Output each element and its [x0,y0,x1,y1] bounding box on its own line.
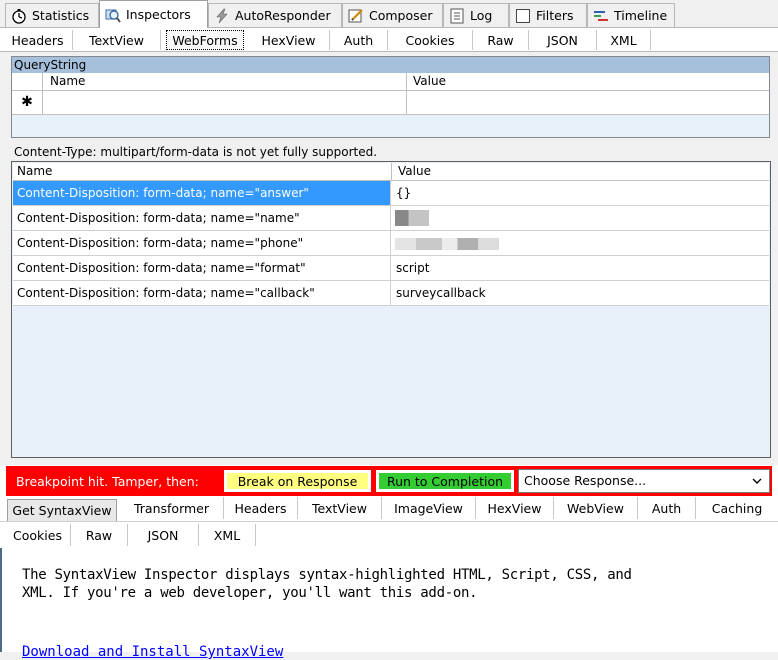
break-on-response-label: Break on Response [237,473,358,489]
tab-composer-label: Composer [369,8,433,23]
form-data-grid: Name Value Content-Disposition: form-dat… [11,161,771,458]
main-tab-bar: Statistics Inspectors AutoResponder Comp… [0,0,778,28]
request-tab-webforms[interactable]: WebForms [166,30,244,50]
redacted-value-blur [395,210,429,226]
form-field-name: Content-Disposition: form-data; name="an… [13,181,391,205]
form-field-name: Content-Disposition: form-data; name="ph… [13,231,391,255]
form-field-value[interactable] [393,206,772,230]
table-row[interactable]: Content-Disposition: form-data; name="an… [13,181,769,206]
table-row[interactable]: Content-Disposition: form-data; name="na… [13,206,769,231]
choose-response-dropdown[interactable]: Choose Response... [518,469,770,493]
response-tab-get-syntaxview[interactable]: Get SyntaxView [7,499,117,521]
row-header-corner [12,73,43,90]
response-tab-xml[interactable]: XML [199,524,256,546]
request-tab-cookies[interactable]: Cookies [388,30,473,50]
request-tab-textview[interactable]: TextView [73,30,161,50]
syntaxview-line2: XML. If you're a web developer, you'll w… [22,585,478,601]
download-syntaxview-link[interactable]: Download and Install SyntaxView [22,644,283,660]
break-on-response-button[interactable]: Break on Response [224,470,371,492]
content-type-note: Content-Type: multipart/form-data is not… [14,145,378,159]
querystring-header-row: Name Value [12,73,769,91]
response-tab-headers[interactable]: Headers [224,497,298,519]
tab-filters-label: Filters [536,8,574,23]
redacted-value-blur [395,238,499,250]
form-grid-col-name: Name [17,164,53,178]
querystring-grid: Name Value ✱ [12,73,769,137]
tab-filters[interactable]: Filters [509,3,587,27]
tab-composer[interactable]: Composer [342,3,443,27]
request-tab-hexview[interactable]: HexView [248,30,330,50]
response-tab-json[interactable]: JSON [128,524,199,546]
request-tab-json[interactable]: JSON [529,30,597,50]
log-icon [449,8,465,24]
lightning-icon [214,8,230,24]
table-row[interactable]: Content-Disposition: form-data; name="ca… [13,281,769,306]
request-tab-raw[interactable]: Raw [473,30,529,50]
response-tab-transformer[interactable]: Transformer [120,497,224,519]
form-grid-col-value: Value [398,164,431,178]
response-tab-auth[interactable]: Auth [638,497,696,519]
tab-autoresponder-label: AutoResponder [235,8,331,23]
choose-response-value: Choose Response... [524,473,647,488]
breakpoint-message: Breakpoint hit. Tamper, then: [16,474,199,489]
form-grid-header: Name Value [13,163,769,181]
querystring-title: QueryString [12,57,769,73]
syntaxview-description: The SyntaxView Inspector displays syntax… [22,566,762,602]
response-tab-imageview[interactable]: ImageView [382,497,476,519]
table-row[interactable]: Content-Disposition: form-data; name="ph… [13,231,769,256]
tab-timeline-label: Timeline [614,8,668,23]
response-tab-caching[interactable]: Caching [696,497,778,519]
run-to-completion-button[interactable]: Run to Completion [376,470,514,492]
querystring-panel: QueryString Name Value ✱ [11,56,770,138]
response-tab-raw[interactable]: Raw [71,524,128,546]
chevron-down-icon [752,470,762,500]
tab-inspectors-label: Inspectors [126,7,191,22]
pencil-icon [348,8,364,24]
querystring-col-name: Name [50,74,86,88]
form-field-name: Content-Disposition: form-data; name="ca… [13,281,391,305]
querystring-col-value: Value [413,74,446,88]
tab-log[interactable]: Log [443,3,509,27]
form-field-value[interactable]: {} [393,181,772,205]
tab-statistics[interactable]: Statistics [5,3,99,27]
response-tab-hexview[interactable]: HexView [476,497,554,519]
timeline-icon [593,8,609,24]
form-field-name: Content-Disposition: form-data; name="na… [13,206,391,230]
magnifier-icon [105,7,121,23]
response-tab-textview[interactable]: TextView [298,497,382,519]
run-to-completion-label: Run to Completion [386,473,504,489]
form-field-value[interactable]: surveycallback [393,281,772,305]
request-inspector-tabs: Headers TextView WebForms HexView Auth C… [0,27,778,52]
new-row-marker: ✱ [12,91,43,114]
form-field-name: Content-Disposition: form-data; name="fo… [13,256,391,280]
tab-autoresponder[interactable]: AutoResponder [208,3,342,27]
request-tab-auth[interactable]: Auth [330,30,388,50]
tab-statistics-label: Statistics [32,8,90,23]
request-tab-headers[interactable]: Headers [3,30,73,50]
querystring-new-row[interactable]: ✱ [12,91,769,115]
stopwatch-icon [11,8,27,24]
response-inspector-tabs-row2: Cookies Raw JSON XML [0,522,778,548]
tab-timeline[interactable]: Timeline [587,3,675,27]
response-tab-webview[interactable]: WebView [554,497,638,519]
response-inspector-tabs-row1: Get SyntaxView Transformer Headers TextV… [0,497,778,522]
tab-log-label: Log [470,8,493,23]
response-tab-cookies[interactable]: Cookies [5,524,71,546]
form-field-value[interactable]: script [393,256,772,280]
request-tab-xml[interactable]: XML [597,30,651,50]
syntaxview-line1: The SyntaxView Inspector displays syntax… [22,567,632,583]
checkbox-icon [515,8,531,24]
table-row[interactable]: Content-Disposition: form-data; name="fo… [13,256,769,281]
tab-inspectors[interactable]: Inspectors [99,0,208,28]
